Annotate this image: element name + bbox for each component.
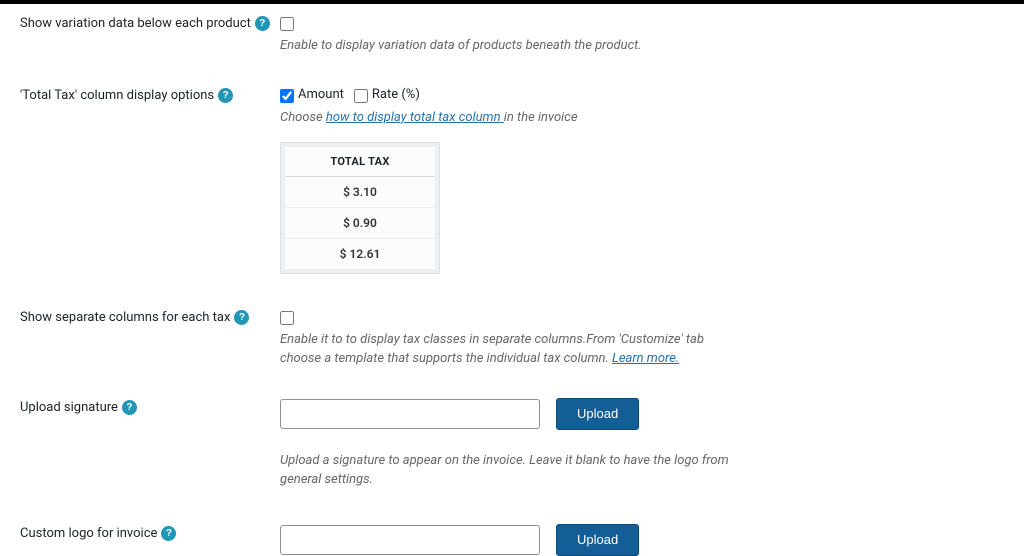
row-total-tax: 'Total Tax' column display options ? Amo…: [20, 86, 1024, 274]
logo-input[interactable]: [280, 525, 540, 555]
signature-label: Upload signature: [20, 400, 118, 415]
help-icon[interactable]: ?: [122, 400, 137, 415]
desc-text: in the invoice: [504, 110, 578, 125]
row-custom-logo: Custom logo for invoice ? Upload: [20, 524, 1024, 556]
signature-input[interactable]: [280, 399, 540, 429]
separate-cols-checkbox[interactable]: [280, 311, 294, 325]
separate-cols-desc: Enable it to to display tax classes in s…: [280, 331, 740, 369]
help-icon[interactable]: ?: [255, 16, 270, 31]
amount-checkbox-label: Amount: [298, 87, 344, 102]
help-icon[interactable]: ?: [234, 310, 249, 325]
learn-more-link[interactable]: Learn more.: [612, 351, 679, 366]
amount-checkbox[interactable]: [280, 89, 294, 103]
variation-desc: Enable to display variation data of prod…: [280, 37, 642, 56]
help-icon[interactable]: ?: [161, 526, 176, 541]
rate-checkbox-label: Rate (%): [372, 87, 420, 102]
total-tax-label: 'Total Tax' column display options: [20, 88, 214, 103]
preview-header: TOTAL TAX: [285, 147, 435, 177]
rate-checkbox[interactable]: [354, 89, 368, 103]
signature-upload-button[interactable]: Upload: [556, 398, 639, 430]
variation-label: Show variation data below each product: [20, 16, 251, 31]
variation-checkbox[interactable]: [280, 17, 294, 31]
total-tax-preview: TOTAL TAX $ 3.10 $ 0.90 $ 12.61: [280, 142, 440, 274]
logo-upload-button[interactable]: Upload: [556, 524, 639, 556]
preview-row: $ 0.90: [285, 207, 435, 238]
row-variation-data: Show variation data below each product ?…: [20, 14, 1024, 56]
desc-text: Choose: [280, 110, 326, 125]
preview-row: $ 12.61: [285, 238, 435, 269]
row-signature: Upload signature ? Upload Upload a signa…: [20, 398, 1024, 490]
separate-cols-label: Show separate columns for each tax: [20, 310, 230, 325]
custom-logo-label: Custom logo for invoice: [20, 526, 157, 541]
help-icon[interactable]: ?: [218, 88, 233, 103]
signature-desc: Upload a signature to appear on the invo…: [280, 452, 740, 490]
total-tax-doc-link[interactable]: how to display total tax column: [326, 110, 504, 125]
total-tax-desc: Choose how to display total tax column i…: [280, 109, 578, 128]
preview-row: $ 3.10: [285, 176, 435, 207]
row-separate-tax-cols: Show separate columns for each tax ? Ena…: [20, 308, 1024, 369]
